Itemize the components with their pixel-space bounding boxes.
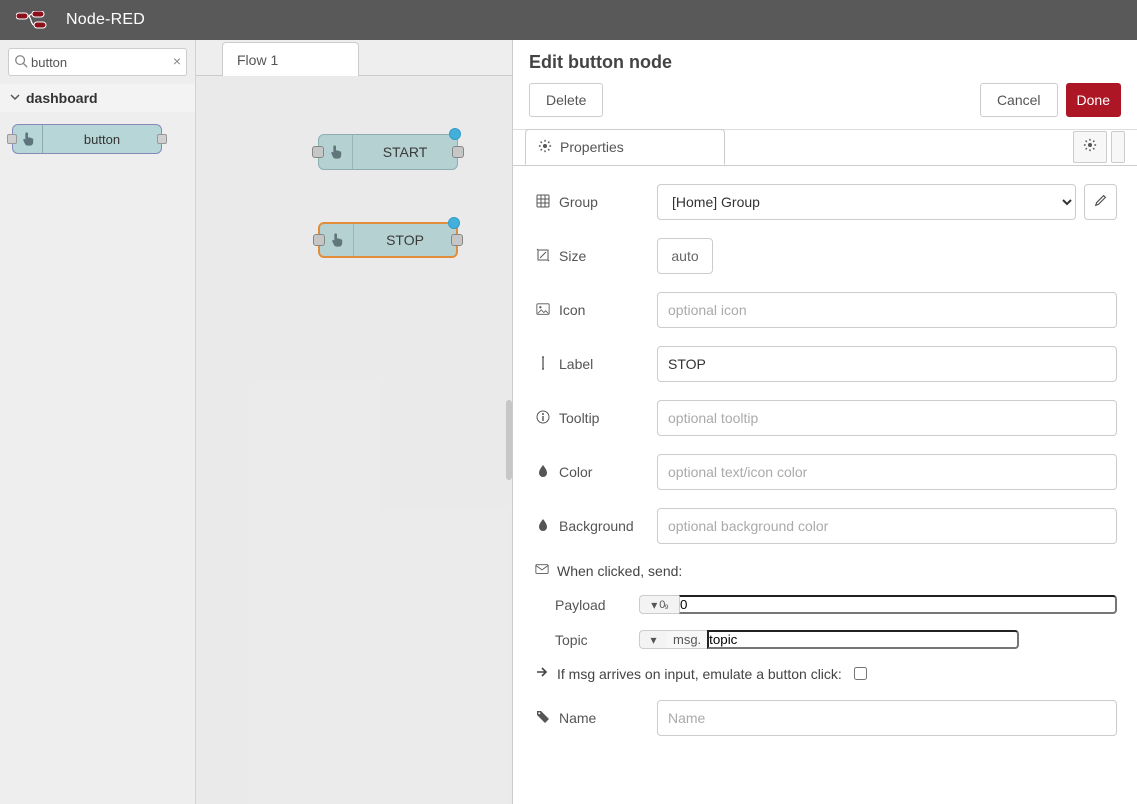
edit-group-button[interactable] xyxy=(1084,184,1117,220)
caret-down-icon: ▾ xyxy=(651,598,657,612)
tray-splitter-handle[interactable] xyxy=(506,400,512,480)
emulate-label: If msg arrives on input, emulate a butto… xyxy=(557,666,842,682)
grid-icon xyxy=(535,194,551,211)
node-changed-dot-icon xyxy=(449,128,461,140)
payload-label: Payload xyxy=(535,597,627,613)
node-port-in[interactable] xyxy=(7,134,17,144)
tab-properties-label: Properties xyxy=(560,139,624,155)
edit-tray: Edit button node Delete Cancel Done Prop… xyxy=(512,40,1137,804)
background-label: Background xyxy=(559,518,634,534)
node-port-out[interactable] xyxy=(157,134,167,144)
app-title: Node-RED xyxy=(66,11,145,29)
tab-properties[interactable]: Properties xyxy=(525,129,725,165)
clear-search-icon[interactable]: × xyxy=(173,53,181,69)
size-label: Size xyxy=(559,248,586,264)
flow-node-stop[interactable]: STOP xyxy=(318,222,458,258)
cursor-icon xyxy=(535,356,551,373)
done-button[interactable]: Done xyxy=(1066,83,1121,117)
icon-input[interactable] xyxy=(657,292,1117,328)
tab-label: Flow 1 xyxy=(237,52,278,68)
palette-node-label: button xyxy=(43,132,161,147)
payload-input[interactable] xyxy=(679,595,1117,614)
node-docs-button[interactable] xyxy=(1111,131,1125,163)
topic-type-button[interactable]: ▾ xyxy=(639,630,667,649)
node-port-out[interactable] xyxy=(452,146,464,158)
envelope-icon xyxy=(535,562,549,579)
arrow-right-icon xyxy=(535,665,549,682)
flow-canvas[interactable]: START STOP xyxy=(196,76,512,804)
node-settings-button[interactable] xyxy=(1073,131,1107,163)
name-input[interactable] xyxy=(657,700,1117,736)
flow-node-label: STOP xyxy=(354,232,456,248)
emulate-checkbox[interactable] xyxy=(854,667,867,680)
color-label: Color xyxy=(559,464,592,480)
node-changed-dot-icon xyxy=(448,217,460,229)
group-label: Group xyxy=(559,194,598,210)
topic-label: Topic xyxy=(535,632,627,648)
tooltip-label: Tooltip xyxy=(559,410,599,426)
hand-click-icon xyxy=(13,125,43,153)
label-label: Label xyxy=(559,356,593,372)
tab-flow-1[interactable]: Flow 1 xyxy=(222,42,359,76)
node-port-in[interactable] xyxy=(313,234,325,246)
topic-prefix: msg. xyxy=(667,630,707,649)
background-input[interactable] xyxy=(657,508,1117,544)
chevron-down-icon xyxy=(10,92,20,105)
gear-icon xyxy=(1083,138,1097,157)
node-port-in[interactable] xyxy=(312,146,324,158)
workspace: Flow 1 START STOP xyxy=(196,40,512,804)
label-input[interactable] xyxy=(657,346,1117,382)
edit-tray-title: Edit button node xyxy=(529,52,1121,73)
edit-tray-header: Edit button node xyxy=(513,40,1137,79)
app-header: Node-RED xyxy=(0,0,1137,40)
number-type-icon: 0₉ xyxy=(659,599,667,611)
hand-click-icon xyxy=(320,224,354,256)
pencil-icon xyxy=(1094,193,1108,212)
palette-search-wrap: × xyxy=(0,40,195,84)
palette-category-dashboard[interactable]: dashboard xyxy=(0,84,195,112)
palette-sidebar: × dashboard button xyxy=(0,40,196,804)
tooltip-input[interactable] xyxy=(657,400,1117,436)
tint-icon xyxy=(535,464,551,481)
when-clicked-label: When clicked, send: xyxy=(557,563,682,579)
gear-icon xyxy=(538,139,552,156)
palette-node-button[interactable]: button xyxy=(12,124,162,154)
info-icon xyxy=(535,410,551,427)
payload-type-button[interactable]: ▾ 0₉ xyxy=(639,595,679,614)
cancel-button[interactable]: Cancel xyxy=(980,83,1058,117)
image-icon xyxy=(535,302,551,319)
search-icon xyxy=(14,54,28,71)
node-port-out[interactable] xyxy=(451,234,463,246)
color-input[interactable] xyxy=(657,454,1117,490)
group-select[interactable]: [Home] Group xyxy=(657,184,1076,220)
tint-icon xyxy=(535,518,551,535)
edit-tray-body: Group [Home] Group xyxy=(513,166,1137,804)
flow-node-label: START xyxy=(353,144,457,160)
hand-click-icon xyxy=(319,135,353,169)
delete-button[interactable]: Delete xyxy=(529,83,603,117)
workspace-tabs: Flow 1 xyxy=(196,40,512,76)
app-logo-icon xyxy=(16,11,54,29)
when-clicked-section: When clicked, send: xyxy=(535,562,1117,579)
size-button[interactable]: auto xyxy=(657,238,713,274)
size-value: auto xyxy=(671,248,698,264)
name-label: Name xyxy=(559,710,596,726)
flow-node-start[interactable]: START xyxy=(318,134,458,170)
caret-down-icon: ▾ xyxy=(650,633,656,647)
topic-input[interactable] xyxy=(707,630,1019,649)
resize-icon xyxy=(535,248,551,265)
icon-label: Icon xyxy=(559,302,585,318)
palette-category-label: dashboard xyxy=(26,90,98,106)
palette-search-input[interactable] xyxy=(8,48,187,76)
tag-icon xyxy=(535,710,551,727)
